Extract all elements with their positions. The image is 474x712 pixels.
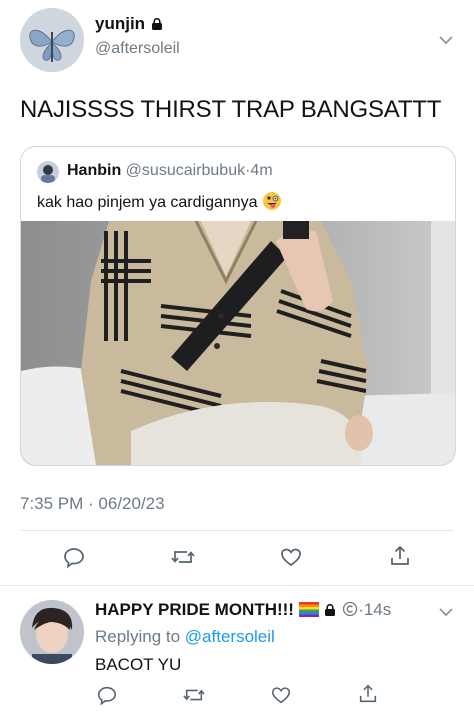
share-icon [391,545,409,565]
tweet-timestamp: 7:35 PM · 06/20/23 [20,494,165,513]
reply-like-button[interactable] [270,684,292,706]
lock-icon [323,602,337,622]
copyright-icon [342,601,358,622]
reply-share-button[interactable] [357,683,379,705]
reply-icon [97,686,117,706]
replying-to: Replying to @aftersoleil [95,627,275,647]
author-handle[interactable]: @aftersoleil [95,40,180,58]
butterfly-avatar-icon [20,8,84,72]
quote-text-row: kak hao pinjem ya cardigannya [37,191,282,216]
divider-top [20,530,454,531]
retweet-icon [183,689,205,701]
reply-author-name[interactable]: HAPPY PRIDE MONTH!!! [95,600,294,619]
reply-header: HAPPY PRIDE MONTH!!! ·14s [95,600,391,622]
replying-prefix: Replying to [95,627,181,646]
replying-handle-link[interactable]: @aftersoleil [185,627,275,646]
share-icon [359,684,377,703]
share-button[interactable] [388,544,412,568]
like-button[interactable] [279,545,303,569]
reply-reply-button[interactable] [96,684,118,706]
quote-text: kak hao pinjem ya cardigannya [37,194,258,211]
quote-time: 4m [250,162,273,179]
reply-icon [64,548,84,569]
quote-photo[interactable] [21,221,455,465]
reply-text: BACOT YU [95,655,182,674]
quote-author-handle: @susucairbubuk [125,162,246,179]
retweet-icon [171,551,195,563]
rainbow-flag-icon [298,602,319,622]
author-name[interactable]: yunjin [95,14,145,33]
like-icon [281,548,301,567]
reply-author-avatar[interactable] [20,600,84,664]
like-icon [271,687,291,704]
quote-author-name: Hanbin [67,162,122,179]
quote-tweet-card[interactable]: Hanbin @susucairbubuk·4m kak hao pinjem … [20,146,456,466]
retweet-button[interactable] [170,545,196,569]
author-name-row: yunjin [95,14,164,36]
chevron-down-icon[interactable] [438,32,454,50]
author-avatar[interactable] [20,8,84,72]
reply-button[interactable] [62,545,86,569]
reply-chevron-down-icon[interactable] [438,604,454,622]
zany-face-icon [262,191,282,216]
quote-author-avatar [37,161,59,183]
reply-retweet-button[interactable] [182,684,206,706]
divider-bottom [0,585,474,586]
photo-person-cardigan-icon [21,221,455,465]
reply-time: ·14s [358,600,392,619]
quote-header: Hanbin @susucairbubuk·4m [67,162,273,180]
lock-icon [150,17,164,36]
tweet-text: NAJISSSS THIRST TRAP BANGSATTT [20,96,442,123]
